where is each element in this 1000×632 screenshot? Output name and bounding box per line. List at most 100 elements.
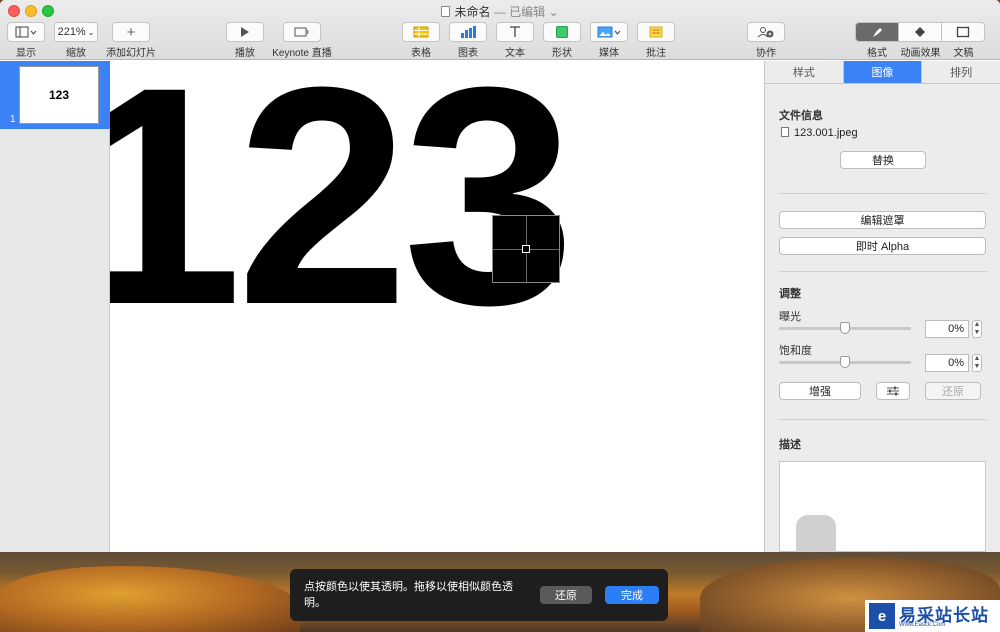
format-inspector: 样式 图像 排列 文件信息 123.001.jpeg 替换 编辑遮罩 即时 Al… bbox=[764, 61, 1000, 552]
divider bbox=[779, 271, 987, 272]
add-slide-control[interactable]: + 添加幻灯片 bbox=[106, 22, 156, 59]
instant-alpha-loupe[interactable] bbox=[492, 215, 560, 283]
slide-thumbnail[interactable]: 123 bbox=[19, 66, 99, 124]
collaborate-button[interactable] bbox=[747, 22, 785, 42]
collaborate-control[interactable]: 协作 bbox=[747, 22, 785, 59]
chart-control[interactable]: 图表 bbox=[449, 22, 487, 59]
keynote-window: 未命名 — 已编辑 ⌄ 显示 221% ⌄ 缩放 + 添加幻灯片 播放 Keyn… bbox=[0, 0, 1000, 552]
sliders-icon bbox=[887, 386, 899, 396]
enhance-button[interactable]: 增强 bbox=[779, 382, 861, 400]
inspector-mode-control[interactable]: 格式 动画效果 文稿 bbox=[855, 22, 985, 59]
format-brush-icon bbox=[873, 28, 883, 37]
shape-control[interactable]: 形状 bbox=[543, 22, 581, 59]
exposure-stepper[interactable]: ▲ ▼ bbox=[972, 320, 982, 338]
saturation-label: 饱和度 bbox=[779, 345, 812, 357]
window-title-text: 未命名 bbox=[454, 5, 491, 19]
inspector-tabs: 样式 图像 排列 bbox=[765, 61, 1000, 84]
slide-number: 1 bbox=[10, 114, 16, 125]
window-title: 未命名 — 已编辑 ⌄ bbox=[0, 3, 1000, 20]
format-button[interactable] bbox=[856, 23, 900, 41]
slide-canvas[interactable]: 123 bbox=[110, 61, 764, 552]
table-button[interactable] bbox=[402, 22, 440, 42]
tab-style[interactable]: 样式 bbox=[765, 61, 844, 83]
zoom-select[interactable]: 221% ⌄ bbox=[54, 22, 98, 42]
comment-control[interactable]: 批注 bbox=[637, 22, 675, 59]
watermark-logo-icon: e bbox=[869, 603, 895, 629]
inspector-mode-segment[interactable] bbox=[855, 22, 985, 42]
play-icon bbox=[241, 27, 249, 37]
view-control[interactable]: 显示 bbox=[7, 22, 45, 59]
media-label: 媒体 bbox=[599, 48, 619, 59]
edit-mask-button[interactable]: 编辑遮罩 bbox=[779, 211, 986, 229]
instant-alpha-button[interactable]: 即时 Alpha bbox=[779, 237, 986, 255]
text-button[interactable] bbox=[496, 22, 534, 42]
table-icon bbox=[413, 26, 429, 38]
revert-button[interactable]: 还原 bbox=[540, 586, 592, 604]
animate-button[interactable] bbox=[899, 23, 942, 41]
watermark: e 易采站长站 Www.Easck.Com bbox=[865, 600, 1000, 632]
adjust-title: 调整 bbox=[779, 288, 801, 300]
toolbar: 未命名 — 已编辑 ⌄ 显示 221% ⌄ 缩放 + 添加幻灯片 播放 Keyn… bbox=[0, 0, 1000, 60]
shape-button[interactable] bbox=[543, 22, 581, 42]
file-info-title: 文件信息 bbox=[779, 110, 823, 122]
watermark-url: Www.Easck.Com bbox=[899, 622, 946, 628]
file-icon bbox=[781, 127, 789, 137]
comment-icon bbox=[649, 26, 663, 38]
exposure-slider-knob[interactable] bbox=[840, 322, 850, 334]
file-name: 123.001.jpeg bbox=[794, 127, 858, 139]
saturation-slider-knob[interactable] bbox=[840, 356, 850, 368]
slide-thumbnail-text: 123 bbox=[48, 88, 70, 102]
reset-adjust-button[interactable]: 还原 bbox=[925, 382, 981, 400]
keynote-live-button[interactable] bbox=[283, 22, 321, 42]
comment-button[interactable] bbox=[637, 22, 675, 42]
media-icon bbox=[597, 26, 621, 38]
done-button[interactable]: 完成 bbox=[605, 586, 659, 604]
exposure-label: 曝光 bbox=[779, 311, 801, 323]
table-control[interactable]: 表格 bbox=[402, 22, 440, 59]
tab-arrange[interactable]: 排列 bbox=[922, 61, 1000, 83]
instant-alpha-hud: 点按颜色以使其透明。拖移以使相似颜色透明。 还原 完成 bbox=[290, 569, 668, 621]
collaborate-label: 协作 bbox=[756, 48, 776, 59]
media-button[interactable] bbox=[590, 22, 628, 42]
media-control[interactable]: 媒体 bbox=[590, 22, 628, 59]
loupe-center-icon bbox=[522, 245, 530, 253]
saturation-stepper[interactable]: ▲ ▼ bbox=[972, 354, 982, 372]
animate-label: 动画效果 bbox=[900, 48, 941, 59]
description-title: 描述 bbox=[779, 439, 801, 451]
keynote-live-control[interactable]: Keynote 直播 bbox=[272, 22, 332, 59]
document-rect-icon bbox=[956, 26, 969, 38]
adjust-settings-button[interactable] bbox=[876, 382, 910, 400]
tab-image[interactable]: 图像 bbox=[843, 61, 923, 83]
view-label: 显示 bbox=[16, 48, 36, 59]
slide-navigator: 123 1 bbox=[0, 61, 110, 552]
edited-status[interactable]: — 已编辑 ⌄ bbox=[494, 5, 559, 19]
play-button[interactable] bbox=[226, 22, 264, 42]
collaborate-icon bbox=[757, 27, 774, 38]
instant-alpha-instructions: 点按颜色以使其透明。拖移以使相似颜色透明。 bbox=[304, 581, 513, 609]
document-button[interactable] bbox=[942, 23, 984, 41]
keynote-live-icon bbox=[294, 27, 309, 37]
table-label: 表格 bbox=[411, 48, 431, 59]
plus-icon: + bbox=[126, 23, 136, 41]
divider bbox=[779, 193, 987, 194]
slide-image-text[interactable]: 123 bbox=[110, 61, 575, 351]
keynote-live-label: Keynote 直播 bbox=[272, 48, 332, 59]
zoom-control[interactable]: 221% ⌄ 缩放 bbox=[54, 22, 98, 59]
zoom-label: 缩放 bbox=[66, 48, 86, 59]
chart-button[interactable] bbox=[449, 22, 487, 42]
slide-thumbnail-selected[interactable]: 123 1 bbox=[0, 61, 110, 129]
exposure-field[interactable]: 0% bbox=[925, 320, 969, 338]
replace-button[interactable]: 替换 bbox=[840, 151, 926, 169]
play-control[interactable]: 播放 bbox=[226, 22, 264, 59]
view-button[interactable] bbox=[7, 22, 45, 42]
format-label: 格式 bbox=[867, 48, 887, 59]
saturation-field[interactable]: 0% bbox=[925, 354, 969, 372]
animate-diamond-icon bbox=[915, 27, 925, 37]
chart-label: 图表 bbox=[458, 48, 478, 59]
desktop-foliage-left bbox=[0, 566, 300, 632]
add-slide-button[interactable]: + bbox=[112, 22, 150, 42]
comment-label: 批注 bbox=[646, 48, 666, 59]
chevron-down-icon: ⌄ bbox=[87, 27, 95, 37]
text-control[interactable]: 文本 bbox=[496, 22, 534, 59]
text-icon bbox=[510, 26, 520, 37]
